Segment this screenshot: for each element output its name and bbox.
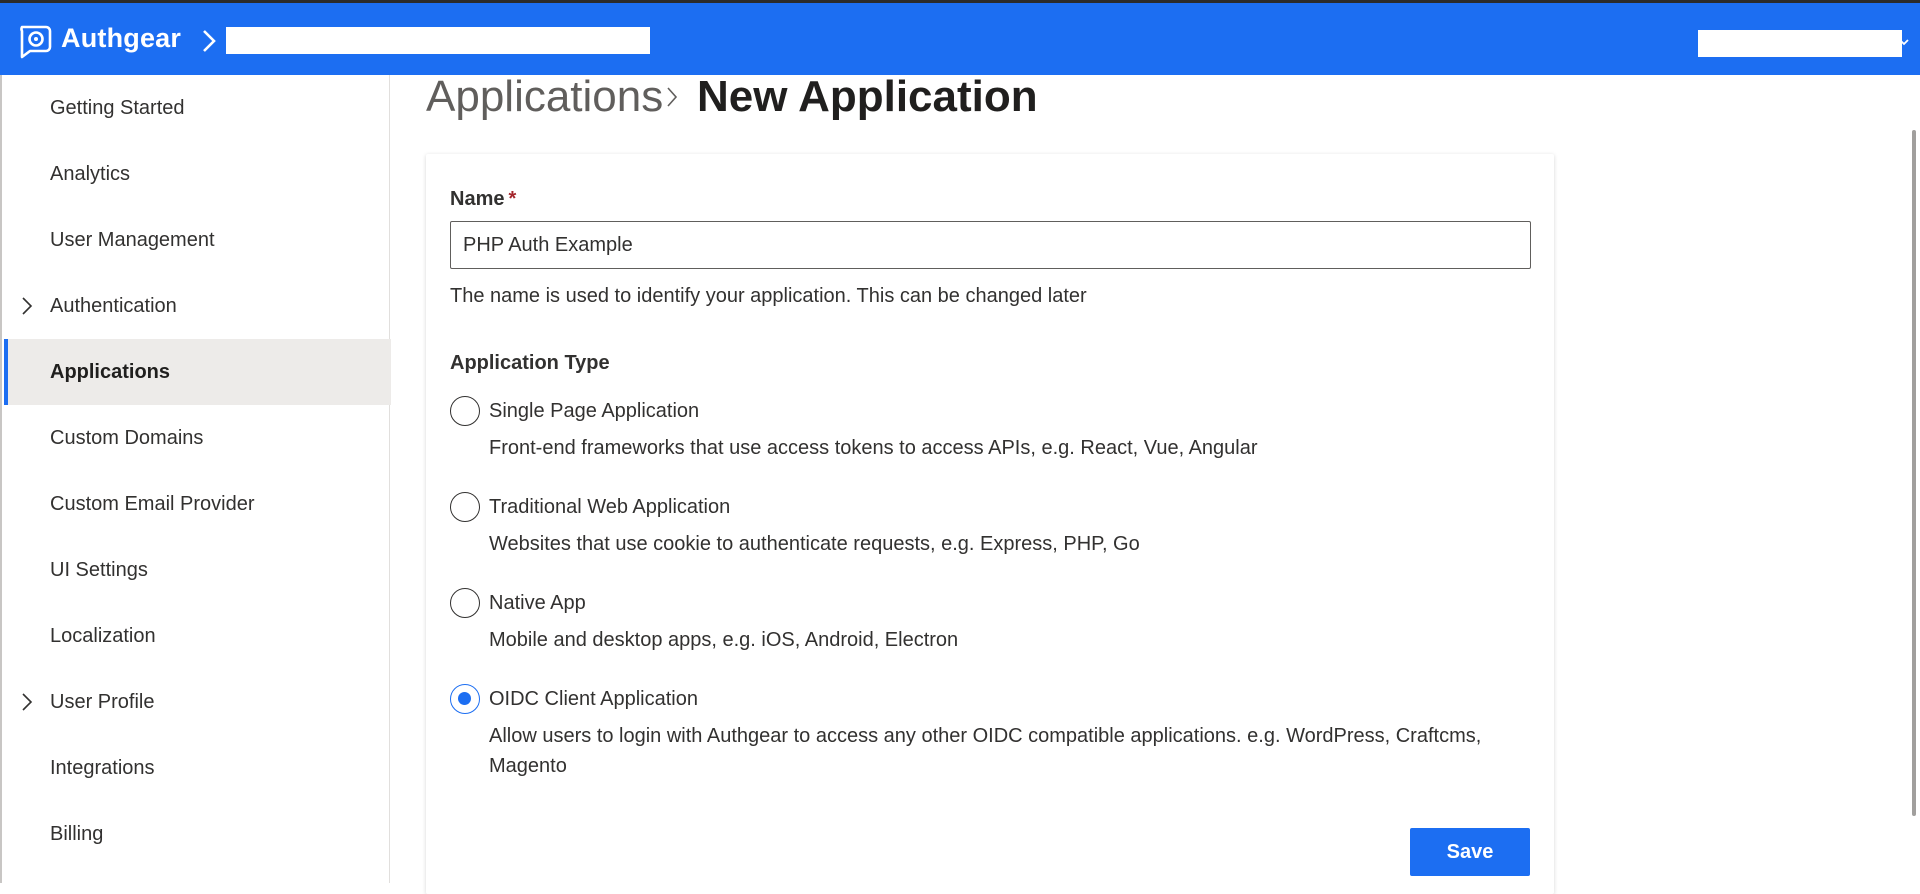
breadcrumb-applications-link[interactable]: Applications [426,72,663,122]
radio-traditional-web-application[interactable] [450,492,480,522]
chevron-right-icon [203,30,216,52]
save-button[interactable]: Save [1410,828,1530,876]
sidebar-nav: Getting Started Analytics User Managemen… [0,75,391,883]
option-desc-native-app: Mobile and desktop apps, e.g. iOS, Andro… [489,629,959,651]
sidebar-item-label: User Management [50,228,215,251]
chevron-right-icon[interactable] [19,691,35,713]
radio-single-page-application[interactable] [450,396,480,426]
sidebar-item-localization[interactable]: Localization [4,603,391,669]
sidebar-item-label: Applications [50,360,171,383]
page-title: New Application [697,72,1038,121]
sidebar-item-label: Localization [50,624,156,647]
sidebar-item-label: UI Settings [50,558,148,581]
application-type-label: Application Type [450,352,610,374]
chevron-right-icon[interactable] [19,295,35,317]
sidebar-item-label: Integrations [50,756,155,779]
sidebar-item-label: Analytics [50,162,131,185]
option-title-native-app[interactable]: Native App [489,592,586,615]
top-bar: Authgear [0,0,1920,75]
name-hint: The name is used to identify your applic… [450,285,1087,307]
radio-native-app[interactable] [450,588,480,618]
sidebar-item-label: User Profile [50,690,155,713]
option-desc-traditional-web-application: Websites that use cookie to authenticate… [489,533,1140,555]
sidebar-item-ui-settings[interactable]: UI Settings [4,537,391,603]
chevron-down-icon[interactable] [1898,34,1910,50]
option-title-traditional-web-application[interactable]: Traditional Web Application [489,496,730,519]
brand-name[interactable]: Authgear [61,23,181,54]
chevron-right-icon [667,87,678,107]
sidebar-item-integrations[interactable]: Integrations [4,735,391,801]
sidebar-item-label: Custom Domains [50,426,204,449]
sidebar-item-label: Custom Email Provider [50,492,255,515]
option-title-single-page-application[interactable]: Single Page Application [489,400,699,423]
sidebar-item-custom-email-provider[interactable]: Custom Email Provider [4,471,391,537]
option-desc-single-page-application: Front-end frameworks that use access tok… [489,437,1258,459]
sidebar-item-analytics[interactable]: Analytics [4,141,391,207]
sidebar-item-billing[interactable]: Billing [4,801,391,867]
name-input[interactable] [450,221,1531,269]
account-menu[interactable] [1698,30,1902,57]
required-marker: * [508,188,517,210]
authgear-logo-icon[interactable] [16,21,54,59]
option-title-oidc-client-application[interactable]: OIDC Client Application [489,688,698,711]
name-label-text: Name [450,188,505,210]
sidebar-item-custom-domains[interactable]: Custom Domains [4,405,391,471]
sidebar-item-applications[interactable]: Applications [4,339,391,405]
sidebar-item-authentication[interactable]: Authentication [4,273,391,339]
sidebar-item-user-profile[interactable]: User Profile [4,669,391,735]
sidebar-item-getting-started[interactable]: Getting Started [4,75,391,141]
project-selector[interactable] [226,27,650,54]
sidebar-item-user-management[interactable]: User Management [4,207,391,273]
name-field-label: Name * [450,188,516,211]
sidebar-item-label: Billing [50,822,104,845]
radio-oidc-client-application[interactable] [450,684,480,714]
sidebar-item-label: Getting Started [50,96,185,119]
option-desc-oidc-client-application: Allow users to login with Authgear to ac… [489,725,1482,777]
page-scrollbar[interactable] [1912,130,1916,816]
sidebar-item-label: Authentication [50,294,177,317]
